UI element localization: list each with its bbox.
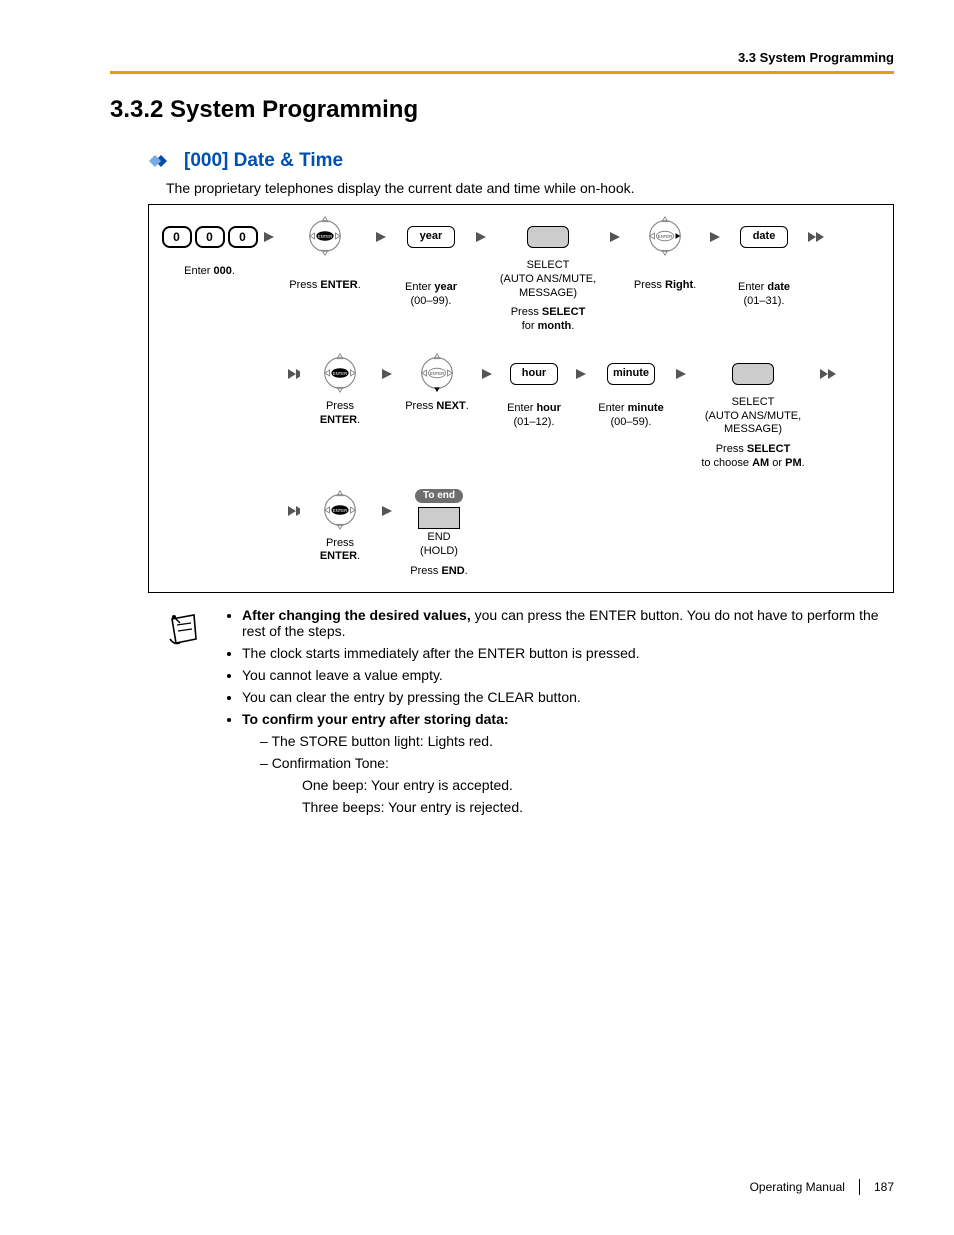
note-item: After changing the desired values, you c… <box>242 607 894 639</box>
running-header: 3.3 System Programming <box>110 50 894 65</box>
next-button-icon: ENTER <box>416 352 458 394</box>
arrow-icon <box>374 215 388 259</box>
flow-diagram: 0 0 0 Enter 000. ENTER <box>148 204 894 593</box>
minute-field-icon: minute <box>607 363 655 385</box>
end-field-icon <box>418 507 460 529</box>
continue-arrow-icon <box>806 215 828 259</box>
svg-text:ENTER: ENTER <box>430 371 445 376</box>
diamond-icon <box>148 152 174 170</box>
arrow-icon <box>574 352 588 396</box>
section-title: 3.3.2 System Programming <box>110 96 894 124</box>
note-subitem: The STORE button light: Lights red. <box>260 733 894 749</box>
enter-button-icon: ENTER <box>319 352 361 394</box>
svg-text:ENTER: ENTER <box>658 234 673 239</box>
note-item: To confirm your entry after storing data… <box>242 711 894 815</box>
arrow-icon <box>262 215 276 259</box>
keycap-0: 0 <box>162 226 192 248</box>
arrow-icon <box>674 352 688 396</box>
to-end-pill: To end <box>415 489 463 504</box>
keycap-0: 0 <box>195 226 225 248</box>
arrow-icon <box>608 215 622 259</box>
arrow-icon <box>474 215 488 259</box>
note-subitem: Confirmation Tone: One beep: Your entry … <box>260 755 894 815</box>
note-item: You cannot leave a value empty. <box>242 667 894 683</box>
right-button-icon: ENTER <box>644 215 686 257</box>
enter-button-icon: ENTER <box>304 215 346 257</box>
continue-arrow-icon <box>286 352 300 396</box>
footer-page-number: 187 <box>874 1180 894 1194</box>
footer-manual-name: Operating Manual <box>750 1180 845 1194</box>
notes-list: After changing the desired values, you c… <box>224 607 894 821</box>
select-field-icon <box>527 226 569 248</box>
arrow-icon <box>708 215 722 259</box>
intro-text: The proprietary telephones display the c… <box>166 180 894 196</box>
notes-icon <box>166 607 206 821</box>
keycap-0: 0 <box>228 226 258 248</box>
continue-arrow-icon <box>818 352 840 396</box>
note-item: You can clear the entry by pressing the … <box>242 689 894 705</box>
header-rule <box>110 71 894 74</box>
svg-text:ENTER: ENTER <box>318 234 333 239</box>
arrow-icon <box>380 352 394 396</box>
note-subsubitem: Three beeps: Your entry is rejected. <box>302 799 894 815</box>
date-field-icon: date <box>740 226 788 248</box>
continue-arrow-icon <box>286 489 300 533</box>
enter-button-icon: ENTER <box>319 489 361 531</box>
page-footer: Operating Manual 187 <box>750 1179 894 1195</box>
subsection-title: [000] Date & Time <box>184 150 343 172</box>
arrow-icon <box>380 489 394 533</box>
select-field-icon <box>732 363 774 385</box>
hour-field-icon: hour <box>510 363 558 385</box>
note-subsubitem: One beep: Your entry is accepted. <box>302 777 894 793</box>
arrow-icon <box>480 352 494 396</box>
svg-text:ENTER: ENTER <box>333 371 348 376</box>
svg-text:ENTER: ENTER <box>333 507 348 512</box>
year-field-icon: year <box>407 226 455 248</box>
note-item: The clock starts immediately after the E… <box>242 645 894 661</box>
